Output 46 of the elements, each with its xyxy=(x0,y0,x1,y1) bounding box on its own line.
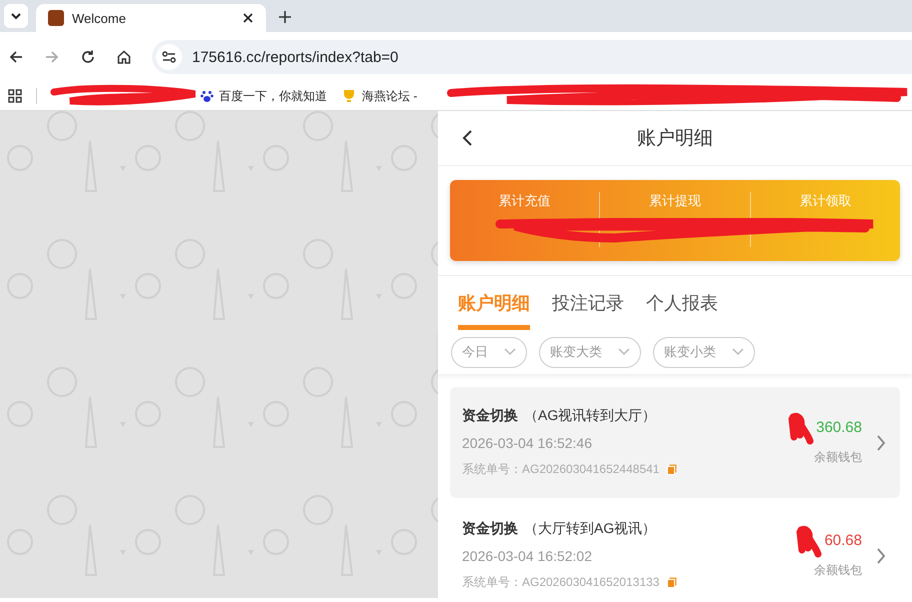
back-icon[interactable] xyxy=(8,49,24,65)
chevron-right-icon[interactable] xyxy=(876,434,886,452)
bookmark[interactable]: 百度一下，你就知道 xyxy=(200,88,327,104)
wallet-label: 余额钱包 xyxy=(814,562,862,579)
chevron-down-icon xyxy=(732,348,744,356)
trophy-icon xyxy=(341,89,357,103)
chevron-down-icon xyxy=(504,348,516,356)
browser-tab[interactable]: Welcome xyxy=(36,4,266,32)
back-icon[interactable] xyxy=(461,129,473,147)
apps-grid-icon[interactable] xyxy=(8,89,22,103)
stat-label: 累计提现 xyxy=(648,193,701,208)
tab-title: Welcome xyxy=(72,10,127,26)
order-number: 系统单号：AG202603041652448541 xyxy=(462,461,660,478)
chevron-right-icon[interactable] xyxy=(876,546,886,564)
record-type: 资金切换 xyxy=(462,407,518,425)
address-bar[interactable]: 175616.cc/reports/index?tab=0 xyxy=(152,40,912,74)
tab-list-button[interactable] xyxy=(4,4,28,28)
stat-label: 累计充值 xyxy=(498,193,551,208)
chevron-down-icon xyxy=(10,12,22,20)
record-type: 资金切换 xyxy=(462,520,518,538)
chevron-down-icon xyxy=(618,348,630,356)
redaction-scribble xyxy=(788,411,814,445)
redaction-scribble xyxy=(796,524,822,558)
wallet-label: 余额钱包 xyxy=(814,449,862,466)
record-card[interactable]: 资金切换 （AG视讯转到大厅） 2026-03-04 16:52:46 系统单号：AG202603041652448541 360.68 余额钱包 xyxy=(450,387,900,498)
tab[interactable]: 投注记录 xyxy=(552,276,624,330)
stat-label: 累计领取 xyxy=(799,193,852,208)
page-title: 账户明细 xyxy=(637,127,713,151)
record-card[interactable]: 资金切换 （大厅转到AG视讯） 2026-03-04 16:52:02 系统单号：AG202603041652013133 60.68 余额钱包 xyxy=(450,500,900,602)
record-detail: （AG视讯转到大厅） xyxy=(524,407,656,425)
reload-icon[interactable] xyxy=(80,49,96,65)
bookmark[interactable]: 海燕论坛 - xyxy=(341,88,418,104)
url-text: 175616.cc/reports/index?tab=0 xyxy=(192,48,398,66)
site-logo-icon xyxy=(48,10,64,26)
close-icon[interactable] xyxy=(242,12,254,24)
order-number: 系统单号：AG202603041652013133 xyxy=(462,574,660,591)
amount: 60.68 xyxy=(824,532,862,549)
tab[interactable]: 个人报表 xyxy=(646,276,718,330)
record-time: 2026-03-04 16:52:02 xyxy=(462,548,593,564)
site-settings-icon[interactable] xyxy=(156,44,182,70)
record-detail: （大厅转到AG视讯） xyxy=(524,520,656,538)
record-time: 2026-03-04 16:52:46 xyxy=(462,435,593,451)
home-icon[interactable] xyxy=(116,49,132,65)
amount: 360.68 xyxy=(816,419,862,436)
paw-icon xyxy=(200,89,214,103)
new-tab-icon[interactable] xyxy=(278,10,292,24)
